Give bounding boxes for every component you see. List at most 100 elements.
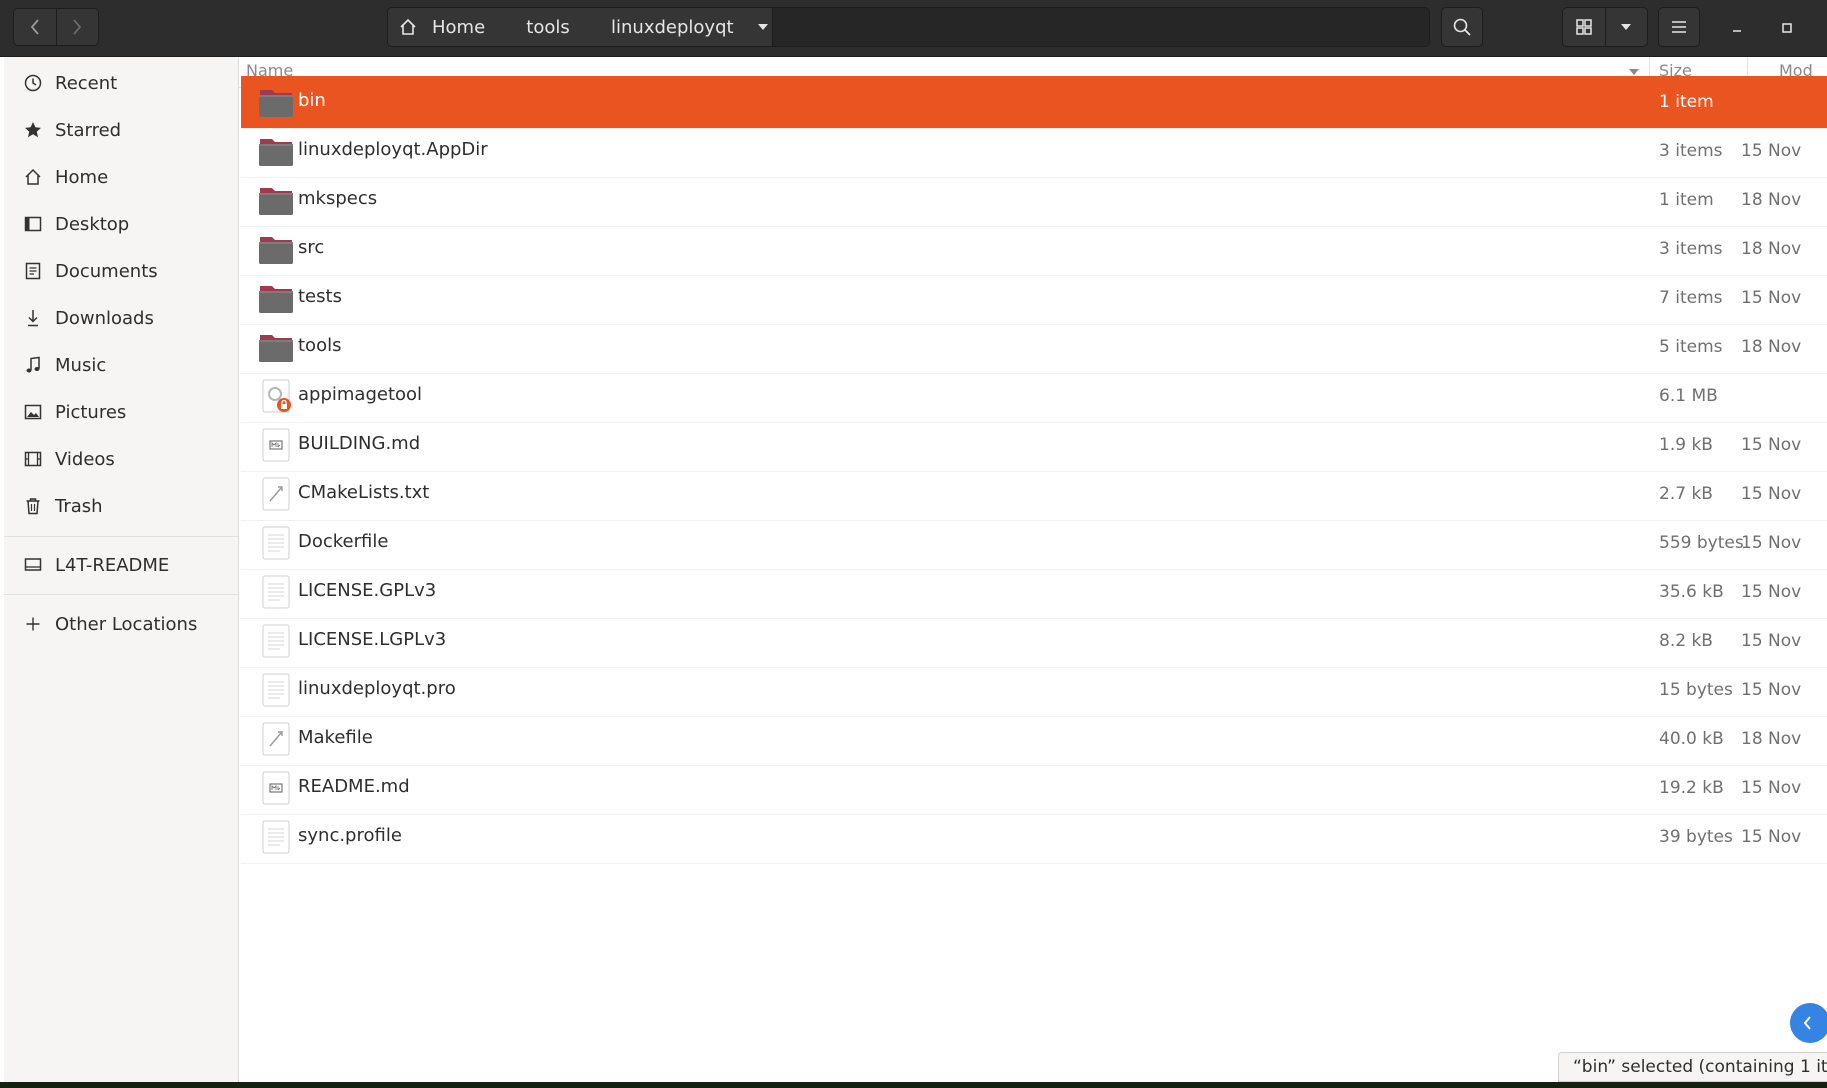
sidebar-item-recent[interactable]: Recent (4, 63, 238, 103)
sidebar-item-starred[interactable]: Starred (4, 110, 238, 150)
file-name: linuxdeployqt.pro (298, 678, 456, 699)
text-file-icon (258, 672, 294, 708)
forward-button[interactable] (55, 9, 99, 45)
hamburger-icon (1672, 21, 1686, 33)
executable-icon (258, 378, 294, 414)
folder-icon (258, 182, 294, 218)
file-row[interactable]: LICENSE.GPLv3 35.6 kB 15 Nov (241, 566, 1827, 619)
file-size: 40.0 kB (1659, 729, 1724, 749)
picture-icon (22, 401, 44, 423)
breadcrumb-tools[interactable]: tools (505, 8, 592, 46)
home-icon (398, 17, 418, 37)
sidebar-item-label: Music (55, 354, 107, 376)
sidebar-item-videos[interactable]: Videos (4, 439, 238, 479)
path-bar: Home tools linuxdeployqt (387, 7, 1430, 47)
main-menu-button[interactable] (1658, 7, 1700, 47)
sidebar-item-music[interactable]: Music (4, 345, 238, 385)
collapse-button[interactable] (1790, 1003, 1827, 1043)
markdown-file-icon (258, 770, 294, 806)
file-modified: 15 Nov (1741, 141, 1802, 161)
file-modified: 15 Nov (1741, 778, 1802, 798)
sidebar-item-other-locations[interactable]: Other Locations (4, 604, 238, 644)
chevron-left-icon (1803, 1016, 1811, 1030)
home-icon (22, 166, 44, 188)
sidebar-item-label: Videos (55, 448, 115, 470)
file-row[interactable]: Dockerfile 559 bytes 15 Nov (241, 517, 1827, 570)
document-icon (22, 260, 44, 282)
chevron-right-icon (73, 19, 82, 35)
file-modified: 15 Nov (1741, 827, 1802, 847)
file-name: bin (298, 90, 326, 111)
file-size: 5 items (1659, 337, 1723, 357)
file-row[interactable]: src 3 items 18 Nov (241, 223, 1827, 276)
chevron-down-icon[interactable] (756, 22, 770, 32)
file-row[interactable]: linuxdeployqt.pro 15 bytes 15 Nov (241, 664, 1827, 717)
folder-icon (258, 84, 294, 120)
folder-icon (258, 280, 294, 316)
file-modified: 15 Nov (1741, 582, 1802, 602)
file-size: 19.2 kB (1659, 778, 1724, 798)
view-menu-button[interactable] (1604, 8, 1648, 46)
view-options (1562, 7, 1648, 47)
file-modified: 15 Nov (1741, 680, 1802, 700)
folder-icon (258, 133, 294, 169)
file-row[interactable]: README.md 19.2 kB 15 Nov (241, 762, 1827, 815)
sidebar-item-label: L4T-README (55, 554, 170, 576)
file-row[interactable]: sync.profile 39 bytes 15 Nov (241, 811, 1827, 864)
video-icon (22, 448, 44, 470)
maximize-button[interactable] (1773, 14, 1801, 42)
file-size: 35.6 kB (1659, 582, 1724, 602)
file-row[interactable]: tests 7 items 15 Nov (241, 272, 1827, 325)
file-modified: 15 Nov (1741, 631, 1802, 651)
navigation-buttons (13, 8, 99, 46)
file-size: 7 items (1659, 288, 1723, 308)
file-row[interactable]: LICENSE.LGPLv3 8.2 kB 15 Nov (241, 615, 1827, 668)
sidebar-item-desktop[interactable]: Desktop (4, 204, 238, 244)
file-size: 39 bytes (1659, 827, 1733, 847)
breadcrumb-home[interactable]: Home (388, 8, 506, 46)
file-modified: 18 Nov (1741, 729, 1802, 749)
sidebar-item-downloads[interactable]: Downloads (4, 298, 238, 338)
minimize-icon (1733, 30, 1741, 32)
file-size: 1.9 kB (1659, 435, 1713, 455)
file-row[interactable]: linuxdeployqt.AppDir 3 items 15 Nov (241, 125, 1827, 178)
file-row[interactable]: appimagetool 6.1 MB (241, 370, 1827, 423)
sidebar-divider (4, 536, 238, 537)
file-modified: 15 Nov (1741, 435, 1802, 455)
sidebar-item-label: Trash (55, 495, 103, 517)
folder-icon (258, 231, 294, 267)
minimize-button[interactable] (1723, 14, 1751, 42)
file-list: Name Size Mod bin 1 item linuxdeployqt.App… (239, 57, 1827, 1082)
sidebar-item-documents[interactable]: Documents (4, 251, 238, 291)
file-row[interactable]: bin 1 item (241, 76, 1827, 129)
back-button[interactable] (14, 9, 56, 45)
file-row[interactable]: Makefile 40.0 kB 18 Nov (241, 713, 1827, 766)
breadcrumb-linuxdeployqt[interactable]: linuxdeployqt (591, 8, 773, 46)
sidebar-item-home[interactable]: Home (4, 157, 238, 197)
status-overlay: “bin” selected (containing 1 it (1558, 1052, 1827, 1082)
sidebar-item-label: Starred (55, 119, 122, 141)
file-modified: 15 Nov (1741, 533, 1802, 553)
file-size: 1 item (1659, 92, 1714, 112)
text-file-icon (258, 525, 294, 561)
sidebar-item-trash[interactable]: Trash (4, 486, 238, 526)
file-name: appimagetool (298, 384, 423, 405)
sidebar-item-l4t-readme[interactable]: L4T-README (4, 545, 238, 585)
file-row[interactable]: BUILDING.md 1.9 kB 15 Nov (241, 419, 1827, 472)
search-button[interactable] (1441, 7, 1483, 47)
file-size: 15 bytes (1659, 680, 1733, 700)
file-row[interactable]: mkspecs 1 item 18 Nov (241, 174, 1827, 227)
file-name: sync.profile (298, 825, 402, 846)
text-file-icon (258, 574, 294, 610)
star-icon (22, 119, 44, 141)
folder-icon (258, 329, 294, 365)
file-row[interactable]: tools 5 items 18 Nov (241, 321, 1827, 374)
grid-view-button[interactable] (1563, 8, 1605, 46)
file-modified: 18 Nov (1741, 239, 1802, 259)
sidebar: Recent Starred Home Desktop Documents Do… (4, 57, 239, 1082)
file-name: src (298, 237, 325, 258)
sidebar-item-pictures[interactable]: Pictures (4, 392, 238, 432)
sidebar-item-label: Recent (55, 72, 118, 94)
file-row[interactable]: CMakeLists.txt 2.7 kB 15 Nov (241, 468, 1827, 521)
sidebar-divider (4, 594, 238, 595)
